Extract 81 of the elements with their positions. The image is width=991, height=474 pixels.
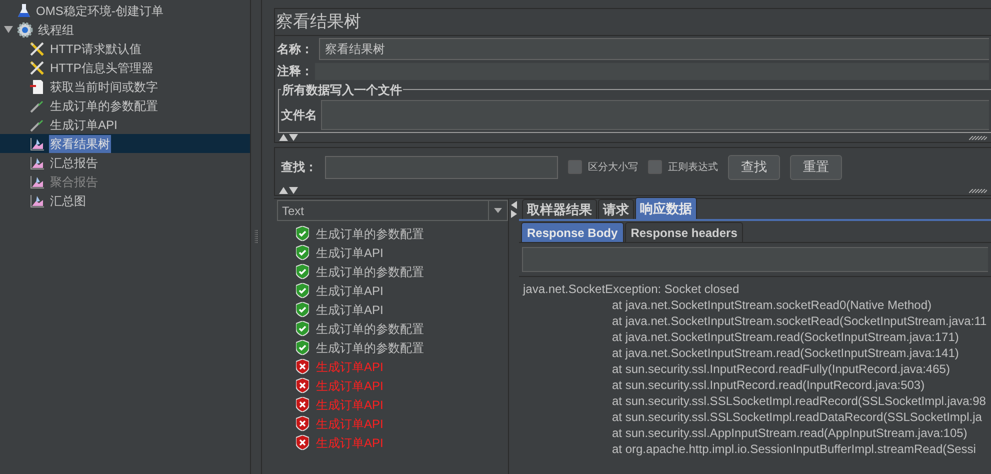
grip-icon[interactable] [254,230,258,244]
tree-item[interactable]: 获取当前时间或数字 [49,78,159,96]
stack-trace-line: at sun.security.ssl.SSLSocketImpl.readRecord(SSLSocketImpl.java:98 [612,393,986,409]
error-shield-icon [296,359,309,374]
checkbox-label: 正则表达式 [668,160,718,174]
comment-label: 注释： [277,63,313,80]
checkbox-label: 区分大小写 [588,160,638,174]
result-item[interactable]: 生成订单的参数配置 [316,262,424,280]
tree-item[interactable]: 生成订单API [49,116,118,134]
file-name-field[interactable] [321,100,989,130]
chart-icon [29,192,45,208]
tree-item[interactable]: 汇总报告 [49,154,99,172]
chart-icon [29,154,45,170]
error-shield-icon [296,435,309,450]
success-shield-icon [296,283,309,298]
selected-row[interactable]: 察看结果树 [0,134,250,153]
tools-icon [29,40,45,56]
flask-icon [17,2,31,18]
success-shield-icon [296,321,309,336]
stack-trace-line: at java.net.SocketInputStream.socketRead(SocketInputStream.java:11 [612,313,987,329]
tab[interactable]: 请求 [598,199,634,219]
chart-icon [29,136,45,152]
stack-trace-line: at org.apache.http.impl.io.SessionInputBufferImpl.streamRead(Sessi [612,441,976,457]
right-arrow-icon[interactable] [511,210,517,218]
result-item[interactable]: 生成订单的参数配置 [316,320,424,338]
tab[interactable]: 取样器结果 [522,199,597,219]
tab[interactable]: Response headers [624,222,744,242]
tools-icon [29,60,45,76]
result-item[interactable]: 生成订单API [316,300,384,318]
stack-trace-line: at sun.security.ssl.AppInputStream.read(AppInputStream.java:105) [612,425,968,441]
success-shield-icon [296,245,309,260]
tree-item[interactable]: 线程组 [37,20,75,38]
file-name-label: 文件名 [281,107,317,124]
tree-item[interactable]: HTTP信息头管理器 [49,58,154,76]
error-shield-icon [296,378,309,393]
grip-icon[interactable] [969,136,987,140]
panel-title: 察看结果树 [275,11,362,33]
name-label: 名称： [277,40,313,58]
left-arrow-icon[interactable] [511,201,517,209]
success-shield-icon [296,264,309,279]
error-shield-icon [296,397,309,412]
document-icon [29,78,45,94]
dropdown-arrow-icon[interactable] [494,208,502,213]
search-field[interactable] [325,156,558,178]
result-item[interactable]: 生成订单API [316,282,384,300]
stack-trace-line: at sun.security.ssl.InputRecord.read(InputRecord.java:503) [612,377,925,393]
error-shield-icon [296,416,309,431]
checkbox[interactable] [568,160,582,174]
tab[interactable]: 响应数据 [635,197,697,219]
stack-trace-line: java.net.SocketException: Socket closed [523,281,740,297]
grip-icon[interactable] [969,188,987,192]
search-label: 查找： [281,159,317,176]
group-title: 所有数据写入一个文件 [281,81,403,99]
result-item[interactable]: 生成订单的参数配置 [316,224,424,242]
result-item[interactable]: 生成订单的参数配置 [316,338,424,356]
tree-item[interactable]: HTTP请求默认值 [49,40,142,58]
expand-arrow-icon[interactable] [4,25,13,34]
name-field[interactable]: 察看结果树 [319,38,989,60]
collapse-arrows-icon[interactable] [279,187,299,194]
result-item[interactable]: 生成订单API [316,244,384,262]
success-shield-icon [296,302,309,317]
success-shield-icon [296,226,309,241]
tree-item[interactable]: 生成订单的参数配置 [49,96,159,114]
tree-item[interactable]: 察看结果树 [49,134,111,152]
action-button[interactable]: 查找 [728,154,780,180]
gear-icon [17,22,33,38]
success-shield-icon [296,340,309,355]
checkbox[interactable] [648,160,662,174]
stack-trace-line: at sun.security.ssl.SSLSocketImpl.readDataRecord(SSLSocketImpl.ja [612,409,982,425]
stack-trace-line: at sun.security.ssl.InputRecord.readFully(InputRecord.java:465) [612,361,950,377]
stack-trace-line: at java.net.SocketInputStream.read(SocketInputStream.java:171) [612,329,959,345]
tab[interactable]: Response Body [521,222,624,242]
tree-item[interactable]: 汇总图 [49,192,87,210]
stack-trace-line: at java.net.SocketInputStream.socketRead0(Native Method) [612,297,932,313]
renderer-dropdown[interactable]: Text [277,200,508,221]
collapse-arrows-icon[interactable] [279,134,299,141]
stack-trace-line: at java.net.SocketInputStream.read(SocketInputStream.java:141) [612,345,959,361]
tree-item[interactable]: OMS稳定环境-创建订单 [35,2,164,20]
chart-icon [29,174,45,190]
search-response-field[interactable] [522,247,988,272]
action-button[interactable]: 重置 [790,154,842,180]
